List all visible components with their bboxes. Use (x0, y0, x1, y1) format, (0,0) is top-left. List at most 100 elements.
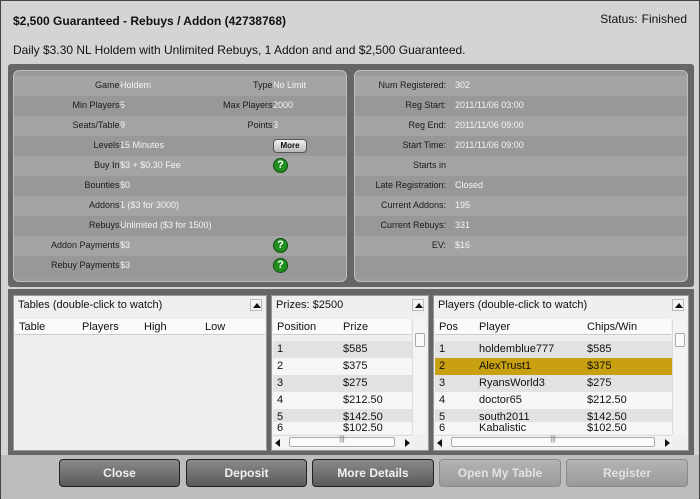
info-row-rebuys: Rebuys: Unlimited ($3 for 1500) (14, 216, 346, 236)
open-my-table-button[interactable]: Open My Table (439, 459, 561, 487)
reg-start-value: 2011/11/06 03:00 (455, 100, 524, 110)
info-row-starts-in: Starts in (355, 156, 687, 176)
player-row[interactable]: 1 holdemblue777 $585 (435, 341, 672, 358)
player-name: AlexTrust1 (479, 360, 532, 372)
player-row[interactable]: 4 doctor65 $212.50 (435, 392, 672, 409)
prizes-column-header: Position Prize (273, 319, 411, 335)
players-collapse-icon[interactable] (672, 299, 684, 311)
info-row-seats: Seats/Table: 9 Points: 3 (14, 116, 346, 136)
players-vertical-scrollbar[interactable] (672, 319, 686, 434)
current-rebuys-value: 331 (455, 220, 471, 230)
prize-row[interactable]: 2 $375 (273, 358, 412, 375)
players-hscroll-thumb[interactable] (451, 437, 655, 447)
prize-row[interactable]: 1 $585 (273, 341, 412, 358)
reg-start-label: Reg Start: (405, 100, 446, 110)
scroll-right-icon[interactable] (405, 439, 410, 447)
prize-position: 6 (277, 422, 284, 434)
prizes-col-prize[interactable]: Prize (343, 321, 368, 333)
registration-details-panel: Num Registered: 302 Reg Start: 2011/11/0… (354, 70, 688, 282)
players-col-player[interactable]: Player (479, 321, 510, 333)
reg-end-value: 2011/11/06 09:00 (455, 120, 524, 130)
starts-in-label: Starts in (412, 160, 446, 170)
player-name: doctor65 (479, 394, 522, 406)
player-row[interactable]: 6 Kabalistic $102.50 (435, 422, 672, 434)
info-row-current-rebuys: Current Rebuys: 331 (355, 216, 687, 236)
info-row-addon-payments: Addon Payments: $3 ? (14, 236, 346, 256)
more-details-button[interactable]: More Details (312, 459, 434, 487)
prizes-collapse-icon[interactable] (412, 299, 424, 311)
game-value: Holdem (120, 80, 152, 90)
reg-end-label: Reg End: (408, 120, 446, 130)
tables-collapse-icon[interactable] (250, 299, 262, 311)
rebuy-payments-label: Rebuy Payments: (50, 260, 122, 270)
tables-col-high[interactable]: High (144, 321, 167, 333)
rebuy-payments-help-icon[interactable]: ? (273, 258, 288, 273)
type-label: Type: (252, 80, 275, 90)
info-row-empty (355, 256, 687, 276)
player-win: $102.50 (587, 422, 627, 434)
points-label: Points: (247, 120, 275, 130)
current-addons-value: 195 (455, 200, 471, 210)
bounties-label: Bounties: (84, 180, 122, 190)
buyin-help-icon[interactable]: ? (273, 158, 288, 173)
prizes-scroll-thumb[interactable] (415, 333, 425, 347)
min-players-value: 5 (120, 100, 126, 110)
prize-amount: $585 (343, 343, 368, 355)
info-row-late-registration: Late Registration: Closed (355, 176, 687, 196)
rebuy-payments-value: $3 (120, 260, 131, 270)
scroll-left-icon[interactable] (437, 439, 442, 447)
players-panel-title: Players (double-click to watch) (438, 299, 588, 311)
game-label: Game: (94, 80, 122, 90)
prize-position: 3 (277, 377, 284, 389)
prize-row[interactable]: 6 $102.50 (273, 422, 412, 434)
player-pos: 2 (439, 360, 446, 372)
tables-panel: Tables (double-click to watch) Table Pla… (13, 295, 267, 451)
tables-col-table[interactable]: Table (19, 321, 45, 333)
levels-label: Levels: (93, 140, 122, 150)
status-label: Status: (600, 12, 638, 26)
levels-more-button[interactable]: More (273, 139, 307, 153)
info-row-addons: Addons: 1 ($3 for 3000) (14, 196, 346, 216)
buyin-value: $3 + $0.30 Fee (120, 160, 181, 170)
players-scroll-thumb[interactable] (675, 333, 685, 347)
player-row-selected[interactable]: 2 AlexTrust1 $375 (435, 358, 672, 375)
prize-amount: $212.50 (343, 394, 383, 406)
prizes-vertical-scrollbar[interactable] (412, 319, 426, 434)
max-players-value: 2000 (273, 100, 294, 110)
window-title: $2,500 Guaranteed - Rebuys / Addon (4273… (13, 14, 286, 28)
player-row[interactable]: 3 RyansWorld3 $275 (435, 375, 672, 392)
info-row-ev: EV: $16 (355, 236, 687, 256)
players-col-chips-win[interactable]: Chips/Win (587, 321, 637, 333)
prize-position: 4 (277, 394, 284, 406)
tournament-lobby-window: $2,500 Guaranteed - Rebuys / Addon (4273… (0, 0, 700, 499)
scroll-left-icon[interactable] (275, 439, 280, 447)
prizes-col-position[interactable]: Position (277, 321, 316, 333)
tables-col-players[interactable]: Players (82, 321, 119, 333)
player-win: $585 (587, 343, 612, 355)
deposit-button[interactable]: Deposit (186, 459, 307, 487)
players-col-pos[interactable]: Pos (439, 321, 458, 333)
info-row-reg-end: Reg End: 2011/11/06 09:00 (355, 116, 687, 136)
prize-amount: $102.50 (343, 422, 383, 434)
info-row-rebuy-payments: Rebuy Payments: $3 ? (14, 256, 346, 276)
player-name: RyansWorld3 (479, 377, 545, 389)
addon-payments-label: Addon Payments: (50, 240, 122, 250)
player-pos: 1 (439, 343, 446, 355)
tables-panel-title: Tables (double-click to watch) (18, 299, 163, 311)
players-horizontal-scrollbar[interactable] (435, 435, 672, 448)
ev-label: EV: (431, 240, 446, 250)
scroll-right-icon[interactable] (665, 439, 670, 447)
prize-row[interactable]: 3 $275 (273, 375, 412, 392)
prizes-hscroll-thumb[interactable] (289, 437, 395, 447)
levels-value: 15 Minutes (120, 140, 165, 150)
players-column-header: Pos Player Chips/Win (435, 319, 671, 335)
late-reg-value: Closed (455, 180, 484, 190)
register-button[interactable]: Register (566, 459, 688, 487)
tables-col-low[interactable]: Low (205, 321, 225, 333)
points-value: 3 (273, 120, 279, 130)
close-button[interactable]: Close (59, 459, 180, 487)
prizes-horizontal-scrollbar[interactable] (273, 435, 412, 448)
tables-column-header: Table Players High Low (15, 319, 265, 335)
prize-row[interactable]: 4 $212.50 (273, 392, 412, 409)
addon-payments-help-icon[interactable]: ? (273, 238, 288, 253)
